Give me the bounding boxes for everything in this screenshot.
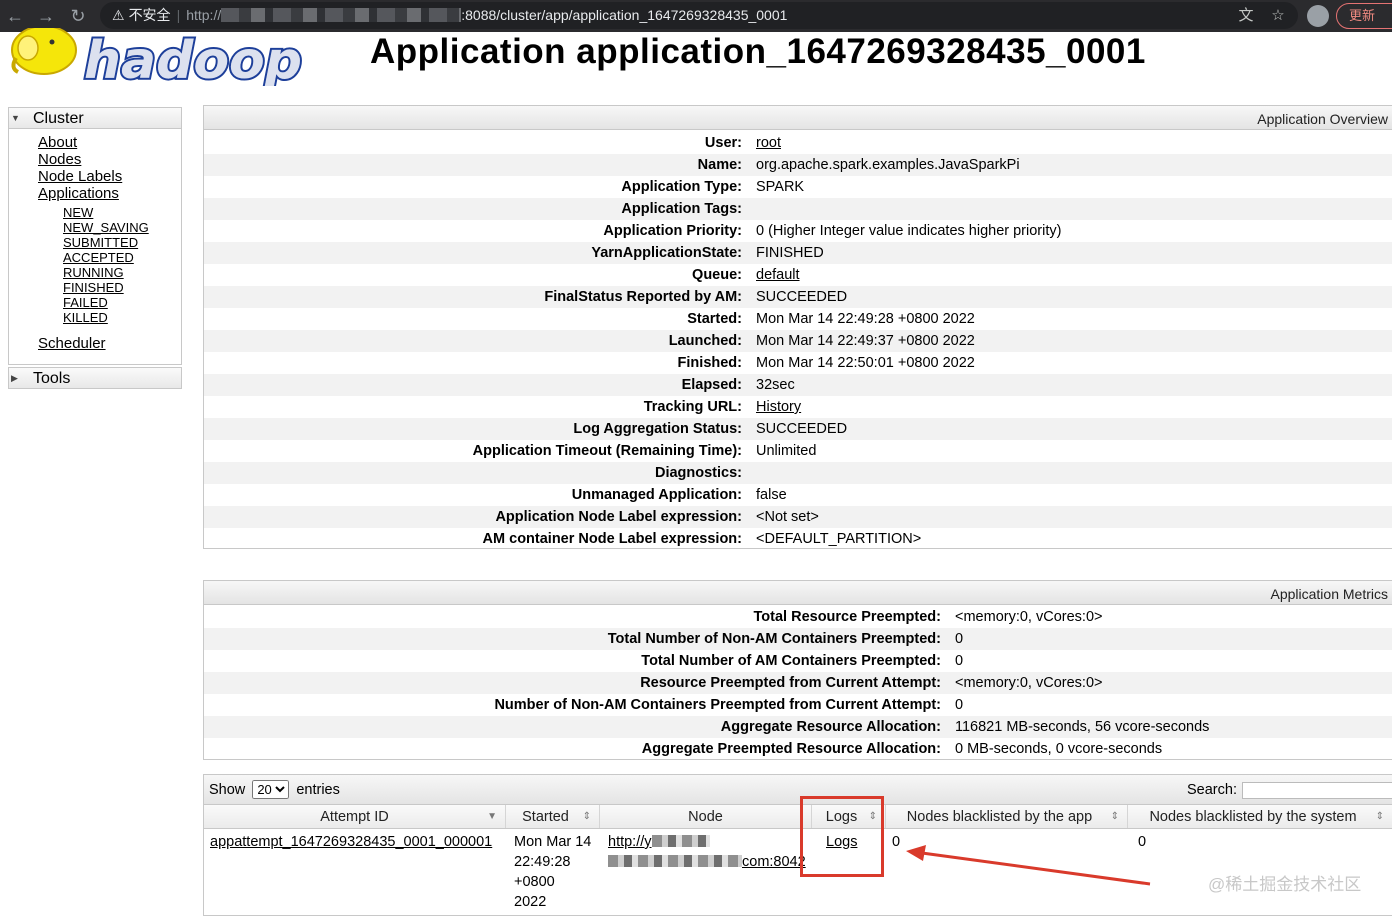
annotation-arrow-icon	[906, 845, 1151, 886]
watermark: @稀土掘金技术社区	[1208, 875, 1362, 894]
